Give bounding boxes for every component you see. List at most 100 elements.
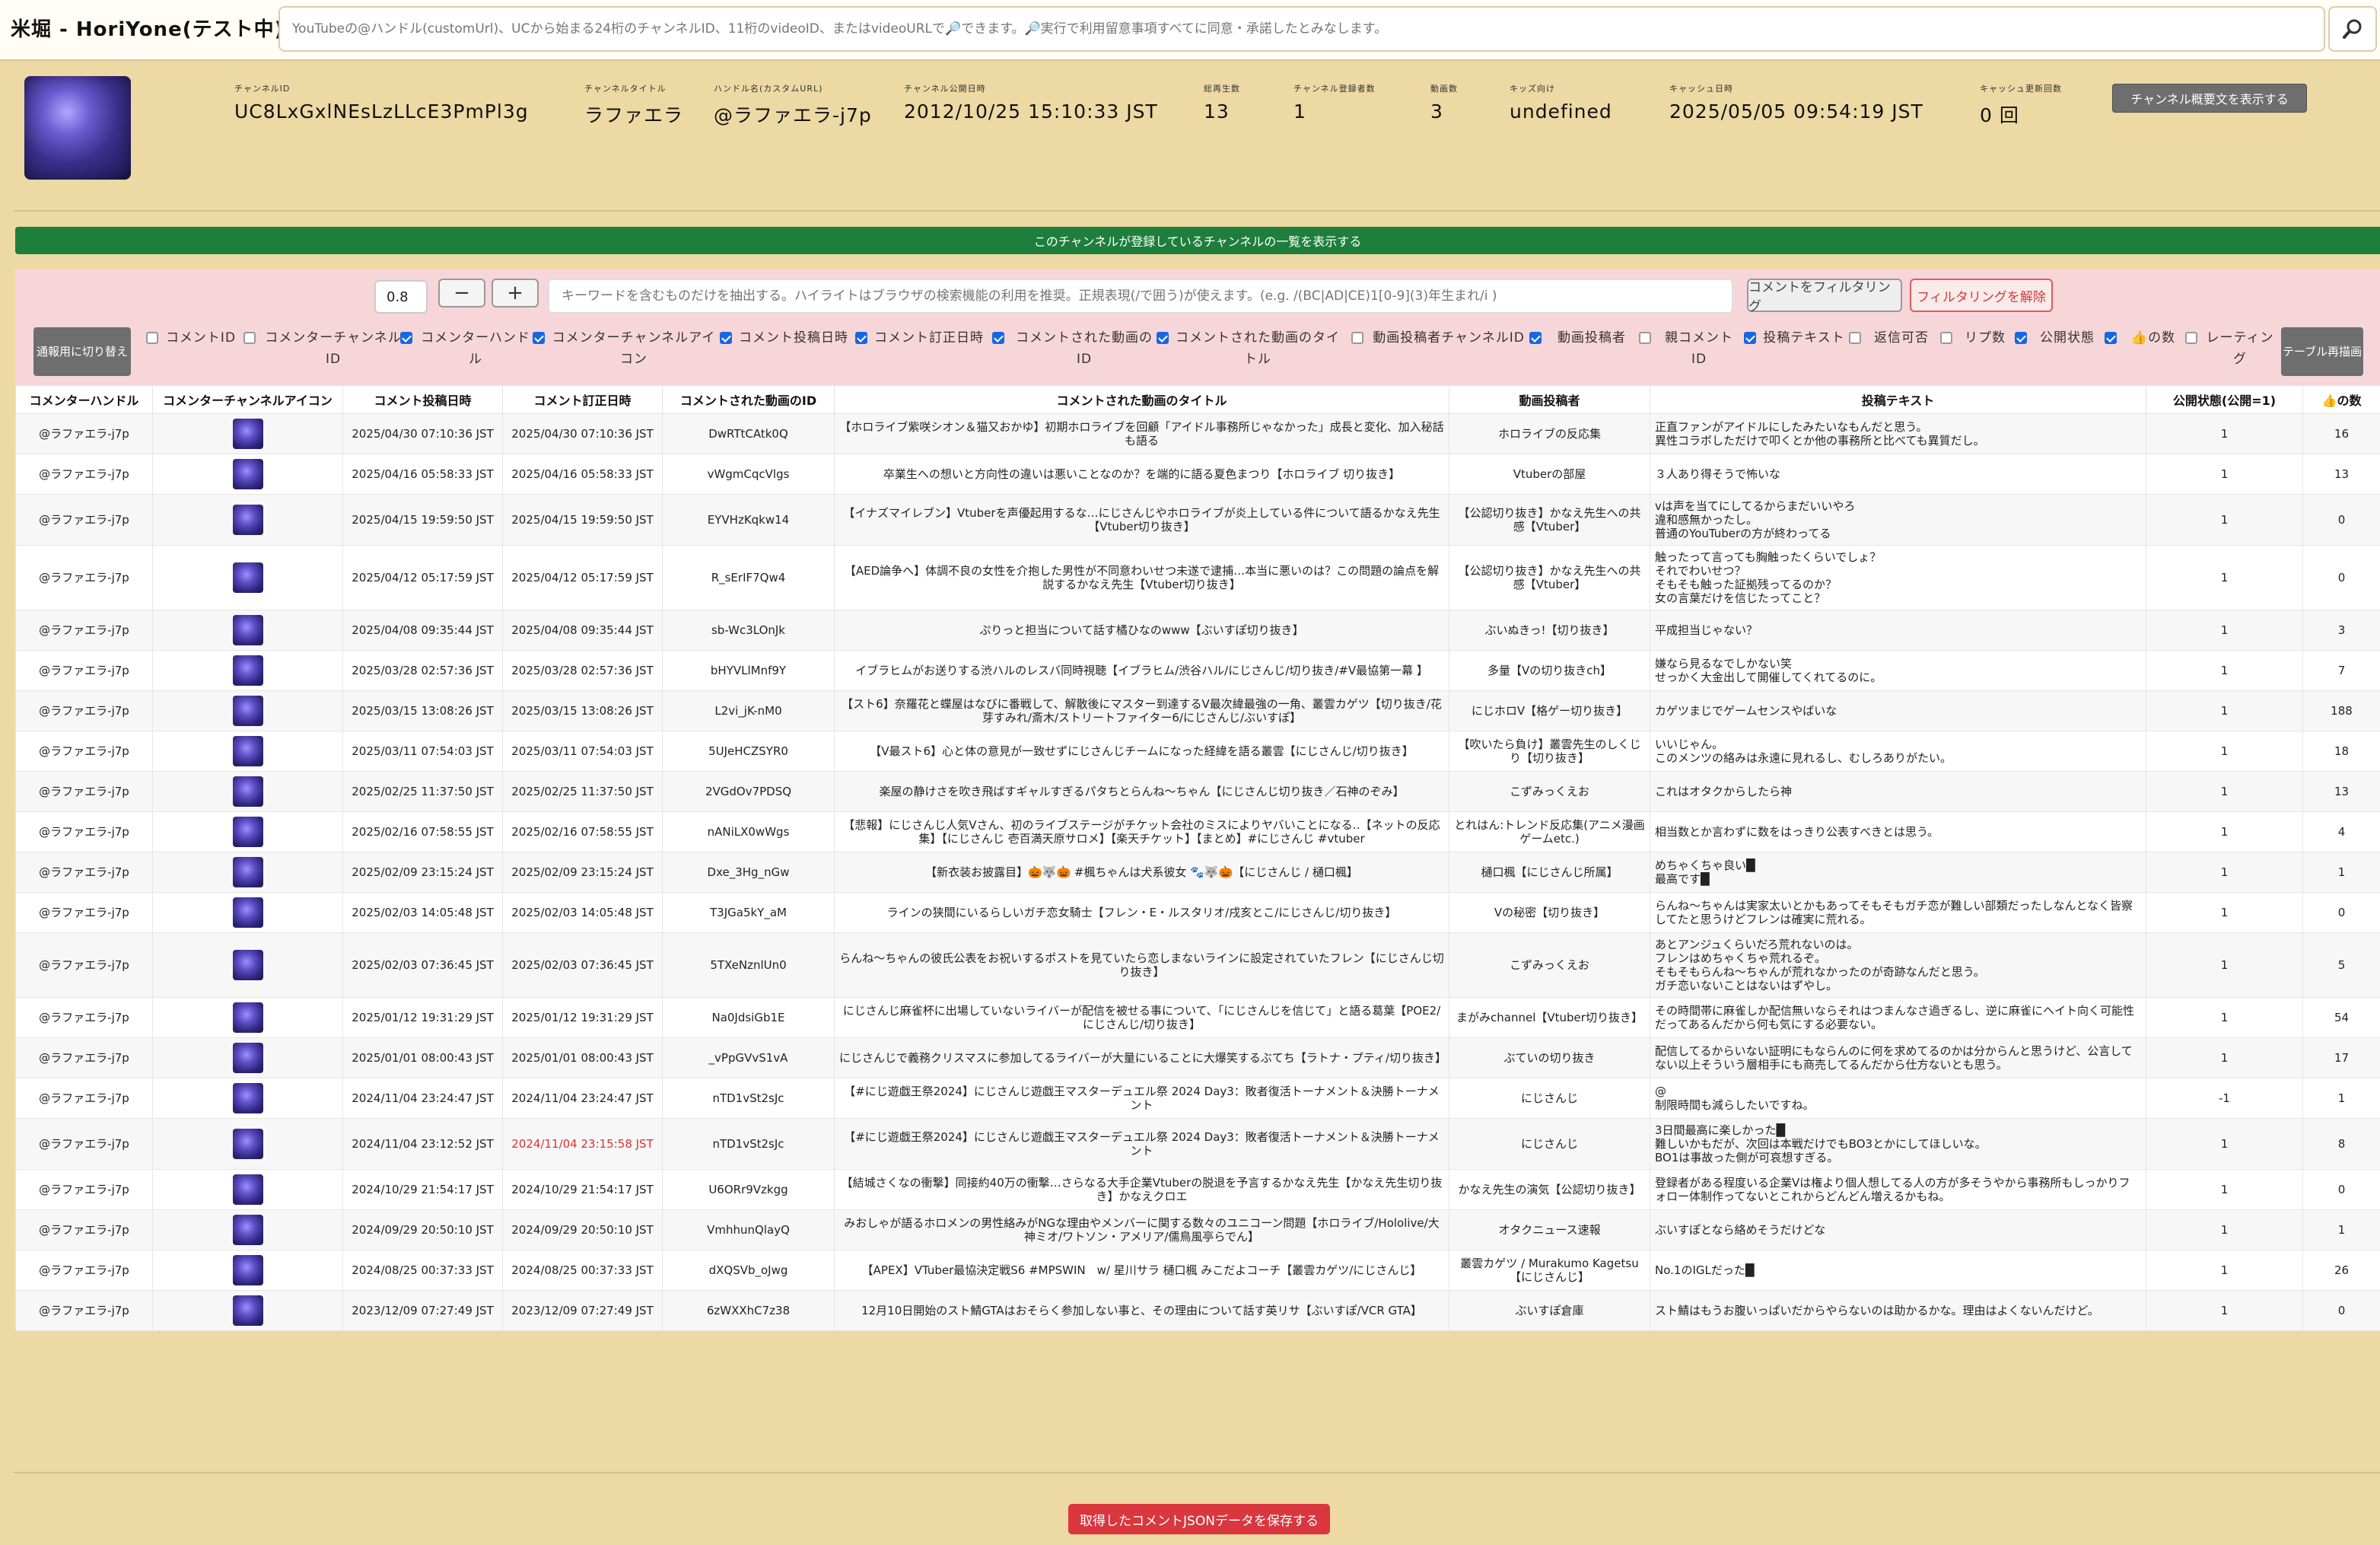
uploader-cell[interactable]: まがみchannel【Vtuber切り抜き】 [1449, 997, 1650, 1038]
commenter-avatar[interactable] [232, 736, 263, 766]
report-mode-button[interactable]: 通報用に切り替え [33, 327, 131, 376]
video-title-cell[interactable]: 卒業生への想いと方向性の違いは悪いことなのか？を端的に語る夏色まつり【ホロライブ… [834, 454, 1449, 495]
uploader-cell[interactable]: 叢雲カゲツ / Murakumo Kagetsu【にじさんじ】 [1449, 1250, 1650, 1291]
checkbox[interactable] [146, 332, 158, 344]
checkbox[interactable] [1639, 332, 1651, 344]
video-title-cell[interactable]: らんね〜ちゃんの彼氏公表をお祝いするポストを見ていたら恋しまないラインに設定され… [834, 932, 1449, 998]
commenter-handle-cell[interactable]: @ラファエラ-j7p [15, 852, 153, 893]
video-title-cell[interactable]: 【スト6】奈羅花と蝶屋はなびに番戦して、解散後にマスター到達するV最次緯最強の一… [834, 690, 1449, 731]
toggle-comment-id[interactable]: コメントID [146, 327, 242, 376]
toggle-rating[interactable]: レーティング [2185, 327, 2281, 376]
toggle-public-status[interactable]: 公開状態 [2015, 327, 2106, 376]
uploader-cell[interactable]: 樋口楓【にじさんじ所属】 [1449, 852, 1650, 893]
col-header[interactable]: コメントされた動画のID [662, 385, 835, 414]
commenter-icon-cell[interactable] [152, 494, 343, 546]
video-title-cell[interactable]: 楽屋の静けさを吹き飛ばすギャルすぎるパタちとらんね〜ちゃん【にじさんじ切り抜き／… [834, 771, 1449, 812]
toggle-post-text[interactable]: 投稿テキスト [1744, 327, 1850, 376]
commenter-handle-cell[interactable]: @ラファエラ-j7p [15, 545, 153, 610]
video-title-cell[interactable]: にじさんじで義務クリスマスに参加してるライバーが大量にいることに大爆笑するぶてち… [834, 1037, 1449, 1078]
commenter-handle-cell[interactable]: @ラファエラ-j7p [15, 1250, 153, 1291]
zoom-input[interactable]: 0.8 [374, 280, 428, 314]
video-title-cell[interactable]: 【APEX】VTuber最協決定戦S6 #MPSWIN w/ 星川サラ 樋口楓 … [834, 1250, 1449, 1291]
commenter-handle-cell[interactable]: @ラファエラ-j7p [15, 771, 153, 812]
commenter-handle-cell[interactable]: @ラファエラ-j7p [15, 731, 153, 772]
commenter-icon-cell[interactable] [152, 1250, 343, 1291]
uploader-cell[interactable]: 【吹いたら負け】叢雲先生のしくじり【切り抜き】 [1449, 731, 1650, 772]
video-title-cell[interactable]: 【ホロライブ紫咲シオン＆猫又おかゆ】初期ホロライブを回顧「アイドル事務所じゃなか… [834, 413, 1449, 454]
video-title-cell[interactable]: 【結城さくなの衝撃】同接約40万の衝撃…さらなる大手企業Vtuberの脱退を予言… [834, 1169, 1449, 1210]
uploader-cell[interactable]: オタクニュース速報 [1449, 1209, 1650, 1250]
video-title-cell[interactable]: 【#にじ遊戯王祭2024】にじさんじ遊戯王マスターデュエル祭 2024 Day3… [834, 1118, 1449, 1170]
video-id-cell[interactable]: EYVHzKqkw14 [662, 494, 835, 546]
col-header[interactable]: コメンターチャンネルアイコン [152, 385, 343, 414]
checkbox[interactable] [1529, 332, 1542, 344]
uploader-cell[interactable]: にじさんじ [1449, 1118, 1650, 1170]
commenter-icon-cell[interactable] [152, 731, 343, 772]
video-id-cell[interactable]: sb-Wc3LOnJk [662, 610, 835, 651]
commenter-icon-cell[interactable] [152, 650, 343, 691]
video-id-cell[interactable]: nTD1vSt2sJc [662, 1078, 835, 1119]
commenter-handle-cell[interactable]: @ラファエラ-j7p [15, 1169, 153, 1210]
toggle-parent-comment-id[interactable]: 親コメントID [1639, 327, 1745, 376]
video-title-cell[interactable]: にじさんじ麻雀杯に出場していないライバーが配信を被せる事について、「にじさんじを… [834, 997, 1449, 1038]
commenter-icon-cell[interactable] [152, 1290, 343, 1331]
toggle-edited-date[interactable]: コメント訂正日時 [855, 327, 989, 376]
commenter-handle-cell[interactable]: @ラファエラ-j7p [15, 997, 153, 1038]
commenter-avatar[interactable] [232, 459, 263, 489]
commenter-avatar[interactable] [232, 1043, 263, 1073]
video-id-cell[interactable]: nANiLX0wWgs [662, 811, 835, 852]
video-id-cell[interactable]: 6zWXXhC7z38 [662, 1290, 835, 1331]
commenter-avatar[interactable] [232, 1215, 263, 1245]
uploader-cell[interactable]: とれはん:トレンド反応集(アニメ漫画ゲームetc.) [1449, 811, 1650, 852]
commenter-avatar[interactable] [232, 897, 263, 928]
video-id-cell[interactable]: VmhhunQlayQ [662, 1209, 835, 1250]
checkbox[interactable] [2185, 332, 2197, 344]
checkbox[interactable] [1744, 332, 1756, 344]
checkbox[interactable] [533, 332, 545, 344]
commenter-avatar[interactable] [232, 1083, 263, 1113]
commenter-avatar[interactable] [232, 1255, 263, 1285]
commenter-avatar[interactable] [232, 505, 263, 535]
video-title-cell[interactable]: 【イナズマイレブン】Vtuberを声優起用するな…にじさんじやホロライブが炎上し… [834, 494, 1449, 546]
uploader-cell[interactable]: ホロライブの反応集 [1449, 413, 1650, 454]
commenter-handle-cell[interactable]: @ラファエラ-j7p [15, 1290, 153, 1331]
commenter-icon-cell[interactable] [152, 811, 343, 852]
commenter-avatar[interactable] [232, 615, 263, 645]
checkbox[interactable] [1849, 332, 1861, 344]
commenter-icon-cell[interactable] [152, 1169, 343, 1210]
commenter-avatar[interactable] [232, 1129, 263, 1159]
checkbox[interactable] [2015, 332, 2027, 344]
checkbox[interactable] [1351, 332, 1363, 344]
toggle-video-title[interactable]: コメントされた動画のタイトル [1157, 327, 1347, 376]
col-header[interactable]: 公開状態(公開=1) [2146, 385, 2303, 414]
commenter-avatar[interactable] [232, 696, 263, 726]
commenter-icon-cell[interactable] [152, 771, 343, 812]
uploader-cell[interactable]: にじさんじ [1449, 1078, 1650, 1119]
commenter-icon-cell[interactable] [152, 852, 343, 893]
uploader-cell[interactable]: Vの秘密【切り抜き】 [1449, 892, 1650, 933]
video-id-cell[interactable]: _vPpGVvS1vA [662, 1037, 835, 1078]
uploader-cell[interactable]: こずみっくえお [1449, 932, 1650, 998]
commenter-icon-cell[interactable] [152, 932, 343, 998]
video-title-cell[interactable]: 【新衣装お披露目】🎃🐺🎃 #楓ちゃんは犬系彼女 🐾🐺🎃【にじさんじ / 樋口楓】 [834, 852, 1449, 893]
commenter-handle-cell[interactable]: @ラファエラ-j7p [15, 892, 153, 933]
commenter-avatar[interactable] [232, 857, 263, 887]
checkbox[interactable] [1157, 332, 1169, 344]
video-id-cell[interactable]: dXQSVb_oJwg [662, 1250, 835, 1291]
video-id-cell[interactable]: 5TXeNznlUn0 [662, 932, 835, 998]
uploader-cell[interactable]: ぶいすぽ倉庫 [1449, 1290, 1650, 1331]
commenter-icon-cell[interactable] [152, 545, 343, 610]
commenter-handle-cell[interactable]: @ラファエラ-j7p [15, 1078, 153, 1119]
commenter-icon-cell[interactable] [152, 413, 343, 454]
commenter-handle-cell[interactable]: @ラファエラ-j7p [15, 932, 153, 998]
apply-filter-button[interactable]: コメントをフィルタリング [1747, 279, 1902, 314]
commenter-avatar[interactable] [232, 1295, 263, 1326]
checkbox[interactable] [992, 332, 1004, 344]
search-input[interactable] [278, 6, 2325, 52]
toggle-commenter-channel-id[interactable]: コメンターチャンネルID [243, 327, 409, 376]
toggle-commenter-handle[interactable]: コメンターハンドル [400, 327, 537, 376]
commenter-handle-cell[interactable]: @ラファエラ-j7p [15, 811, 153, 852]
show-summary-button[interactable]: チャンネル概要文を表示する [2112, 84, 2307, 113]
save-json-button[interactable]: 取得したコメントJSONデータを保存する [1068, 1504, 1330, 1534]
uploader-cell[interactable]: ぶていの切り抜き [1449, 1037, 1650, 1078]
